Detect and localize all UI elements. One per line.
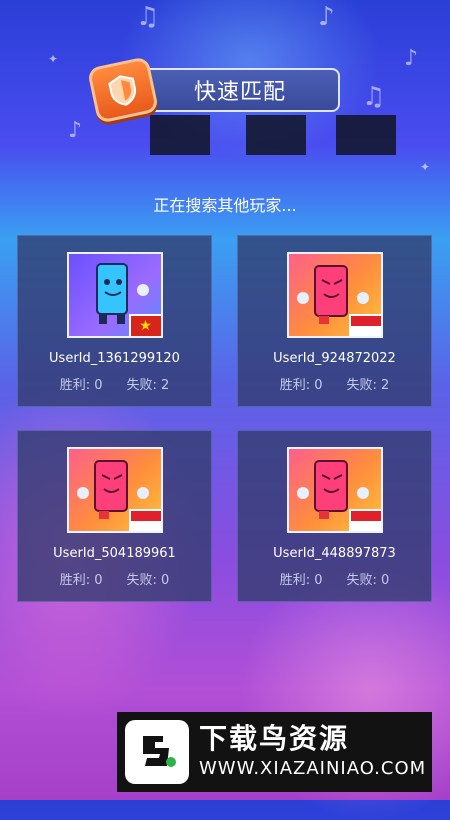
shield-icon (108, 75, 137, 106)
player-wins: 胜利: 0 (279, 573, 323, 588)
bird-logo-icon (125, 720, 189, 784)
music-note-icon: ♫ (136, 2, 160, 32)
player-card: UserId_448897873 胜利: 0 失败: 0 (237, 430, 432, 602)
page-title: 快速匹配 (193, 80, 286, 105)
watermark-banner: 下载鸟资源 WWW.XIAZAINIAO.COM (117, 712, 432, 792)
player-avatar (286, 252, 383, 338)
player-user-id: UserId_924872022 (273, 351, 396, 366)
vietnam-flag-icon: ★ (128, 314, 161, 336)
indonesia-flag-icon (348, 314, 381, 336)
player-wins: 胜利: 0 (59, 573, 103, 588)
music-note-icon: ♪ (404, 46, 419, 71)
sparkle-icon: ✦ (48, 52, 59, 66)
music-note-icon: ♪ (318, 2, 335, 32)
watermark-title: 下载鸟资源 (199, 722, 350, 755)
player-user-id: UserId_504189961 (53, 546, 176, 561)
player-card: UserId_924872022 胜利: 0 失败: 2 (237, 235, 432, 407)
player-losses: 失败: 2 (126, 378, 170, 393)
watermark-url: WWW.XIAZAINIAO.COM (199, 758, 427, 779)
player-wins: 胜利: 0 (279, 378, 323, 393)
player-losses: 失败: 0 (126, 573, 170, 588)
sparkle-icon: ✦ (420, 160, 431, 174)
quick-match-header: 快速匹配 (140, 68, 340, 112)
player-losses: 失败: 0 (346, 573, 390, 588)
indonesia-flag-icon (348, 509, 381, 531)
indonesia-flag-icon (128, 509, 161, 531)
player-card: ★ UserId_1361299120 胜利: 0 失败: 2 (17, 235, 212, 407)
player-losses: 失败: 2 (346, 378, 390, 393)
shield-badge (86, 56, 160, 124)
music-note-icon: ♪ (68, 118, 83, 143)
player-card: UserId_504189961 胜利: 0 失败: 0 (17, 430, 212, 602)
background-piano-tiles (150, 115, 420, 155)
player-avatar (66, 447, 163, 533)
music-note-icon: ♫ (362, 82, 386, 112)
player-user-id: UserId_448897873 (273, 546, 396, 561)
player-avatar: ★ (66, 252, 163, 338)
searching-status: 正在搜索其他玩家... (153, 196, 297, 215)
player-user-id: UserId_1361299120 (49, 351, 180, 366)
player-wins: 胜利: 0 (59, 378, 103, 393)
player-avatar (286, 447, 383, 533)
